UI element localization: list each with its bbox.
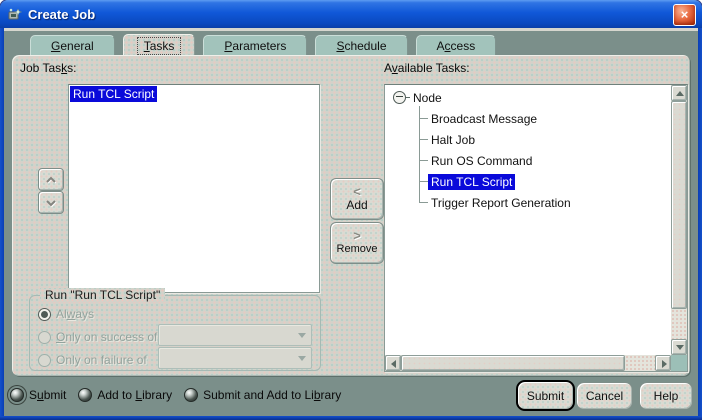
move-up-button[interactable] (38, 168, 64, 191)
help-button-label: Help (654, 389, 679, 403)
remove-button[interactable]: > Remove (330, 222, 384, 264)
chevron-down-icon (45, 199, 57, 207)
available-tasks-label: Available Tasks: (384, 61, 470, 75)
arrow-up-icon (676, 91, 684, 96)
tree-item-label: Run TCL Script (428, 174, 515, 190)
radio-submit-and-add-to-library[interactable]: Submit and Add to Library (184, 388, 341, 402)
close-button[interactable]: × (673, 4, 696, 26)
tree: Node Broadcast Message Halt Job Run OS Com… (386, 87, 670, 354)
tree-item-label: Broadcast Message (428, 111, 540, 127)
scroll-left-button[interactable] (385, 355, 401, 371)
tree-item-label: Run OS Command (428, 153, 535, 169)
titlebar[interactable]: Create Job × (0, 0, 702, 28)
remove-button-label: Remove (337, 242, 378, 256)
tab-access[interactable]: Access (416, 35, 497, 56)
group-title: Run "Run TCL Script" (40, 288, 165, 302)
arrow-left-icon (391, 360, 396, 368)
tab-general[interactable]: General (30, 35, 115, 56)
window-border (0, 416, 702, 420)
run-condition-group: Run "Run TCL Script" Always Only on succ… (29, 295, 321, 371)
window-border (0, 28, 4, 420)
tab-label: General (44, 37, 101, 55)
radio-label: Add to Library (97, 388, 172, 402)
radio-always[interactable] (38, 308, 51, 321)
scrollbar-corner (671, 355, 687, 371)
move-down-button[interactable] (38, 191, 64, 214)
frame-highlight (4, 28, 698, 31)
list-item[interactable]: Run TCL Script (70, 86, 157, 102)
radio-label: Submit and Add to Library (203, 388, 341, 402)
success-of-dropdown[interactable] (158, 324, 312, 346)
radio-add-to-library[interactable]: Add to Library (78, 388, 172, 402)
tree-item[interactable]: Trigger Report Generation (386, 192, 670, 213)
chevron-down-icon (298, 356, 306, 361)
tree-item[interactable]: Run TCL Script (386, 171, 670, 192)
radio-only-on-success[interactable] (38, 331, 51, 344)
arrow-right-icon (662, 360, 667, 368)
scroll-down-button[interactable] (671, 339, 687, 355)
tab-content-panel: Job Tasks: Run TCL Script < Add > Remove… (12, 55, 690, 376)
tab-schedule[interactable]: Schedule (315, 35, 407, 56)
radio-icon[interactable] (10, 388, 24, 402)
radio-only-on-failure-label: Only on failure of (56, 353, 147, 367)
radio-only-on-failure[interactable] (38, 354, 51, 367)
add-button-label: Add (346, 198, 367, 212)
add-button[interactable]: < Add (330, 178, 384, 220)
available-tasks-tree: Node Broadcast Message Halt Job Run OS Com… (384, 84, 688, 372)
tree-item-label: Trigger Report Generation (428, 195, 574, 211)
tree-item-label: Halt Job (428, 132, 478, 148)
tree-item[interactable]: Broadcast Message (386, 108, 670, 129)
window-border (698, 28, 702, 420)
chevron-left-icon: < (353, 186, 361, 198)
tree-children: Broadcast Message Halt Job Run OS Command R… (386, 108, 670, 213)
horizontal-scroll-thumb[interactable] (401, 355, 625, 371)
radio-submit[interactable]: Submit (10, 388, 66, 402)
vertical-scroll-thumb[interactable] (671, 101, 687, 309)
collapse-icon[interactable] (393, 91, 406, 104)
tab-parameters[interactable]: Parameters (203, 35, 307, 56)
radio-always-label: Always (56, 307, 94, 321)
submit-button-label: Submit (527, 389, 564, 403)
radio-icon[interactable] (184, 388, 198, 402)
chevron-up-icon (45, 176, 57, 184)
scroll-right-button[interactable] (655, 355, 671, 371)
radio-label: Submit (29, 388, 66, 402)
scroll-up-button[interactable] (671, 85, 687, 101)
tab-strip: General Tasks Parameters Schedule Access (30, 35, 496, 57)
submit-button[interactable]: Submit (517, 381, 574, 410)
create-job-window: Create Job × General Tasks Parameters Sc… (0, 0, 702, 420)
job-tasks-label: Job Tasks: (20, 61, 76, 75)
tree-root-label: Node (410, 90, 445, 106)
chevron-right-icon: > (353, 230, 361, 242)
tab-tasks[interactable]: Tasks (123, 34, 196, 57)
window-icon (7, 6, 23, 22)
radio-icon[interactable] (78, 388, 92, 402)
chevron-down-icon (298, 333, 306, 338)
arrow-down-icon (676, 345, 684, 350)
tab-label: Schedule (329, 37, 393, 55)
cancel-button-label: Cancel (586, 389, 623, 403)
help-button[interactable]: Help (639, 382, 693, 410)
submit-mode-radio-group: Submit Add to Library Submit and Add to Li… (10, 386, 341, 404)
window-title: Create Job (28, 7, 95, 22)
tab-label: Tasks (137, 37, 182, 55)
tab-label: Access (430, 37, 483, 55)
radio-only-on-success-label: Only on success of (56, 330, 157, 344)
tab-label: Parameters (217, 37, 293, 55)
failure-of-dropdown[interactable] (158, 347, 312, 369)
tree-item[interactable]: Run OS Command (386, 150, 670, 171)
tree-root-row[interactable]: Node (386, 87, 670, 108)
tree-item[interactable]: Halt Job (386, 129, 670, 150)
horizontal-scrollbar[interactable] (385, 355, 671, 371)
cancel-button[interactable]: Cancel (576, 382, 633, 410)
vertical-scrollbar[interactable] (671, 85, 687, 355)
job-tasks-list[interactable]: Run TCL Script (68, 84, 320, 293)
